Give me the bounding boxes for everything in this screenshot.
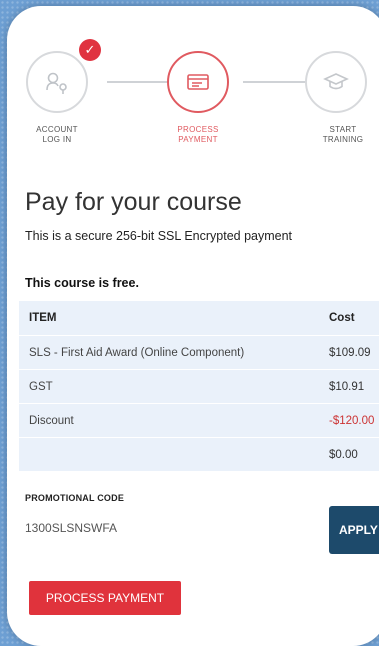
item-name: GST	[29, 380, 53, 393]
graduation-cap-icon	[323, 73, 349, 90]
step-process-payment	[167, 51, 229, 113]
step-label-start-training: START TRAINING	[322, 125, 364, 144]
step-label-account-login: ACCOUNT LOG IN	[36, 125, 78, 144]
step-account-login	[26, 51, 88, 113]
promo-code-input[interactable]	[25, 506, 305, 550]
item-cost: $10.91	[329, 380, 365, 393]
column-header-cost: Cost	[329, 312, 355, 324]
step-label-process-payment: PROCESS PAYMENT	[177, 125, 219, 144]
stepper-connector-2	[243, 81, 307, 83]
item-name: SLS - First Aid Award (Online Component)	[29, 346, 245, 359]
table-row: SLS - First Aid Award (Online Component)…	[19, 336, 379, 370]
step-complete-check-icon: ✓	[79, 39, 101, 61]
apply-promo-button[interactable]: APPLY	[329, 506, 379, 554]
order-summary-table: ITEM Cost SLS - First Aid Award (Online …	[19, 301, 379, 472]
promo-code-label: PROMOTIONAL CODE	[25, 493, 125, 503]
step-start-training	[305, 51, 367, 113]
total-row: $0.00	[19, 438, 379, 472]
table-row: Discount -$120.00	[19, 404, 379, 438]
total-cost: $0.00	[329, 448, 358, 461]
user-key-icon	[46, 72, 67, 94]
page-title: Pay for your course	[25, 188, 242, 216]
item-name: Discount	[29, 414, 74, 427]
discount-cost: -$120.00	[329, 414, 375, 427]
column-header-item: ITEM	[29, 312, 57, 324]
item-cost: $109.09	[329, 346, 371, 359]
free-course-note: This course is free.	[25, 276, 139, 290]
stepper-connector-1	[107, 81, 167, 83]
table-row: GST $10.91	[19, 370, 379, 404]
process-payment-button[interactable]: PROCESS PAYMENT	[29, 581, 181, 615]
payment-card: ✓ ACCOUNT LOG IN PROCESS PAYMENT START TRAI…	[7, 6, 379, 646]
secure-payment-note: This is a secure 256-bit SSL Encrypted p…	[25, 229, 293, 243]
table-header-row: ITEM Cost	[19, 301, 379, 336]
payment-card-icon	[187, 74, 209, 90]
